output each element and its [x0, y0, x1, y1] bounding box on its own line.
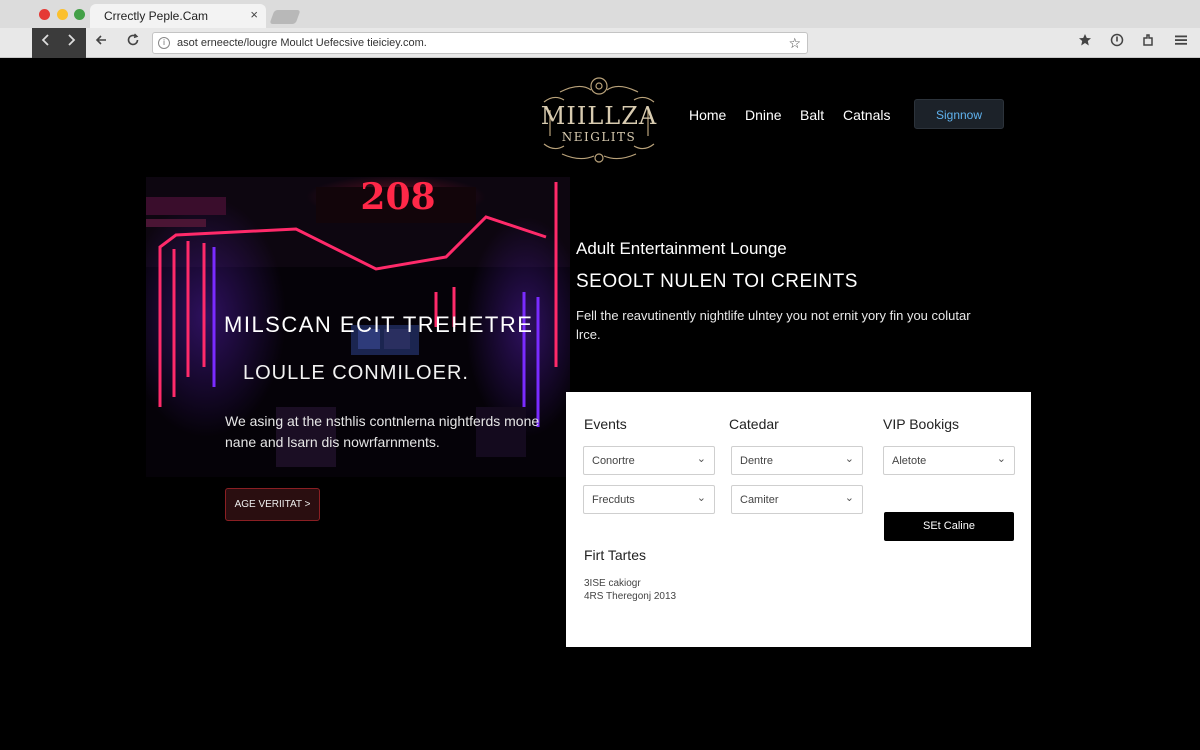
history-nav-group — [32, 28, 86, 58]
site-info-icon[interactable]: i — [158, 37, 170, 49]
browser-tab-bar: Crrectly Peple.Cam × — [0, 0, 1200, 28]
section-description: Fell the reavutinently nightlife ulntey … — [576, 308, 971, 342]
reload-icon[interactable] — [126, 33, 140, 52]
window-close-dot[interactable] — [39, 9, 50, 20]
star-icon[interactable] — [1078, 33, 1092, 52]
featured-line-1: 3ISE cakiogr — [584, 578, 641, 589]
signup-button[interactable]: Signnow — [914, 99, 1004, 129]
set-booking-button-label: SEt Caline — [923, 520, 975, 532]
section-heading: Adult Entertainment Lounge — [576, 239, 787, 258]
hero-subtitle: LOULLE CONMILOER. — [243, 362, 469, 384]
browser-tab[interactable]: Crrectly Peple.Cam × — [90, 4, 266, 28]
new-tab-button[interactable] — [269, 10, 301, 24]
events-heading: Events — [584, 416, 627, 432]
hero-title: MILSCAN ECIT TREHETRE — [224, 312, 534, 337]
extension-icon[interactable] — [1141, 33, 1155, 52]
chevron-down-icon: ⌄ — [696, 492, 706, 504]
close-icon[interactable]: × — [250, 7, 258, 22]
vip-select-1-value: Aletote — [892, 455, 927, 467]
events-select-2-value: Frecduts — [592, 494, 635, 506]
bookmark-star-icon[interactable]: ☆ — [788, 35, 801, 52]
chevron-down-icon: ⌄ — [696, 453, 706, 465]
hamburger-menu-icon[interactable] — [1174, 33, 1188, 52]
featured-heading: Firt Tartes — [584, 547, 646, 563]
calendar-select-1[interactable]: Dentre ⌄ — [731, 446, 863, 475]
site-logo[interactable]: MIILLZA NEIGLITS — [540, 72, 658, 168]
logo-subtitle: NEIGLITS — [561, 130, 637, 144]
back-arrow-icon[interactable] — [94, 33, 108, 52]
events-select-1-value: Conortre — [592, 455, 635, 467]
nav-catnals[interactable]: Catnals — [843, 107, 890, 123]
nav-dnine[interactable]: Dnine — [745, 107, 782, 123]
hero-description: We asing at the nsthlis contnlerna night… — [225, 413, 540, 450]
browser-nav-bar: i asot erneecte/lougre Moulct Uefecsive … — [0, 28, 1200, 58]
calendar-select-2[interactable]: Camiter ⌄ — [731, 485, 863, 514]
forward-arrow-icon[interactable] — [64, 33, 78, 52]
window-maximize-dot[interactable] — [74, 9, 85, 20]
age-verification-button[interactable]: AGE VERIITAT > — [225, 488, 320, 521]
set-booking-button[interactable]: SEt Caline — [884, 512, 1014, 541]
chevron-down-icon: ⌄ — [844, 492, 854, 504]
nav-home[interactable]: Home — [689, 107, 726, 123]
address-bar[interactable]: i asot erneecte/lougre Moulct Uefecsive … — [152, 32, 808, 54]
shield-icon[interactable] — [1110, 33, 1124, 52]
tab-title: Crrectly Peple.Cam — [104, 9, 209, 23]
calendar-select-1-value: Dentre — [740, 455, 774, 467]
section-tagline: SEOOLT NULEN TOI CREINTS — [576, 271, 858, 292]
url-text[interactable]: asot erneecte/lougre Moulct Uefecsive ti… — [177, 37, 427, 49]
events-select-1[interactable]: Conortre ⌄ — [583, 446, 715, 475]
logo-title: MIILLZA — [540, 102, 658, 130]
calendar-select-2-value: Camiter — [740, 494, 779, 506]
vip-select-1[interactable]: Aletote ⌄ — [883, 446, 1015, 475]
chevron-down-icon: ⌄ — [996, 453, 1006, 465]
age-verification-label: AGE VERIITAT > — [234, 499, 311, 510]
booking-panel: Events Catedar VIP Bookigs Conortre ⌄ Fr… — [566, 392, 1031, 647]
calendar-heading: Catedar — [729, 416, 779, 432]
signup-button-label: Signnow — [935, 108, 983, 122]
nav-balt[interactable]: Balt — [800, 107, 824, 123]
featured-line-2: 4RS Theregonj 2013 — [584, 591, 677, 602]
neon-sign-number: 208 — [360, 177, 435, 218]
back-arrow-icon[interactable] — [39, 33, 53, 52]
chevron-down-icon: ⌄ — [844, 453, 854, 465]
window-minimize-dot[interactable] — [57, 9, 68, 20]
events-select-2[interactable]: Frecduts ⌄ — [583, 485, 715, 514]
vip-bookings-heading: VIP Bookigs — [883, 416, 960, 432]
